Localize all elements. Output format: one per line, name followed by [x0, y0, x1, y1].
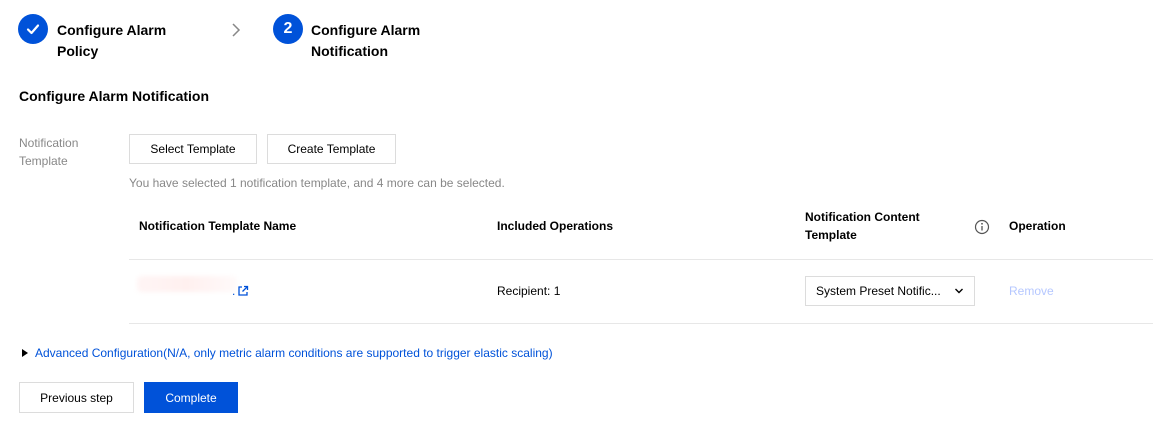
column-header-name: Notification Template Name — [139, 219, 297, 233]
table-row: . Recipient: 1 System Preset Notific... … — [129, 260, 1153, 324]
section-title: Configure Alarm Notification — [19, 88, 210, 104]
template-name-link[interactable]: . — [232, 284, 235, 298]
included-operations-cell: Recipient: 1 — [497, 284, 561, 298]
content-template-select[interactable]: System Preset Notific... — [805, 276, 975, 306]
step-1-title: Configure Alarm Policy — [57, 20, 166, 62]
select-template-button[interactable]: Select Template — [129, 134, 257, 164]
column-header-content-template: Notification Content Template — [805, 208, 920, 244]
template-name-redacted — [137, 276, 237, 292]
advanced-configuration-toggle[interactable]: Advanced Configuration(N/A, only metric … — [22, 346, 553, 360]
advanced-configuration-label: Advanced Configuration(N/A, only metric … — [35, 346, 553, 360]
step-2-title: Configure Alarm Notification — [311, 20, 420, 62]
chevron-down-icon — [955, 288, 963, 294]
step-2-number: 2 — [283, 20, 293, 37]
content-header-line2: Template — [805, 228, 857, 242]
notification-label-line2: Template — [19, 154, 68, 168]
chevron-right-icon — [232, 23, 241, 37]
caret-right-icon — [22, 349, 28, 357]
notification-label-line1: Notification — [19, 136, 79, 150]
notification-template-label: Notification Template — [19, 134, 109, 170]
complete-button[interactable]: Complete — [144, 382, 238, 413]
stepper: Configure Alarm Policy 2 Configure Alarm… — [18, 14, 518, 64]
create-template-button[interactable]: Create Template — [267, 134, 396, 164]
step-2-active-circle: 2 — [273, 14, 303, 44]
check-icon — [26, 24, 40, 35]
column-header-operations: Included Operations — [497, 219, 614, 233]
table-header: Notification Template Name Included Oper… — [129, 202, 1153, 260]
info-icon[interactable] — [974, 219, 990, 235]
notification-template-table: Notification Template Name Included Oper… — [129, 202, 1153, 324]
step-1-done-circle — [18, 14, 48, 44]
content-template-value: System Preset Notific... — [816, 284, 941, 298]
step-2-title-line1: Configure Alarm — [311, 22, 421, 38]
step-1-title-line2: Policy — [57, 43, 99, 59]
template-selection-hint: You have selected 1 notification templat… — [129, 176, 505, 190]
step-1-title-line1: Configure Alarm — [57, 22, 167, 38]
external-link-icon[interactable] — [237, 285, 249, 297]
content-header-line1: Notification Content — [805, 210, 920, 224]
previous-step-button[interactable]: Previous step — [19, 382, 134, 413]
remove-link[interactable]: Remove — [1009, 284, 1054, 298]
step-2-title-line2: Notification — [311, 43, 388, 59]
column-header-operation: Operation — [1009, 219, 1066, 233]
